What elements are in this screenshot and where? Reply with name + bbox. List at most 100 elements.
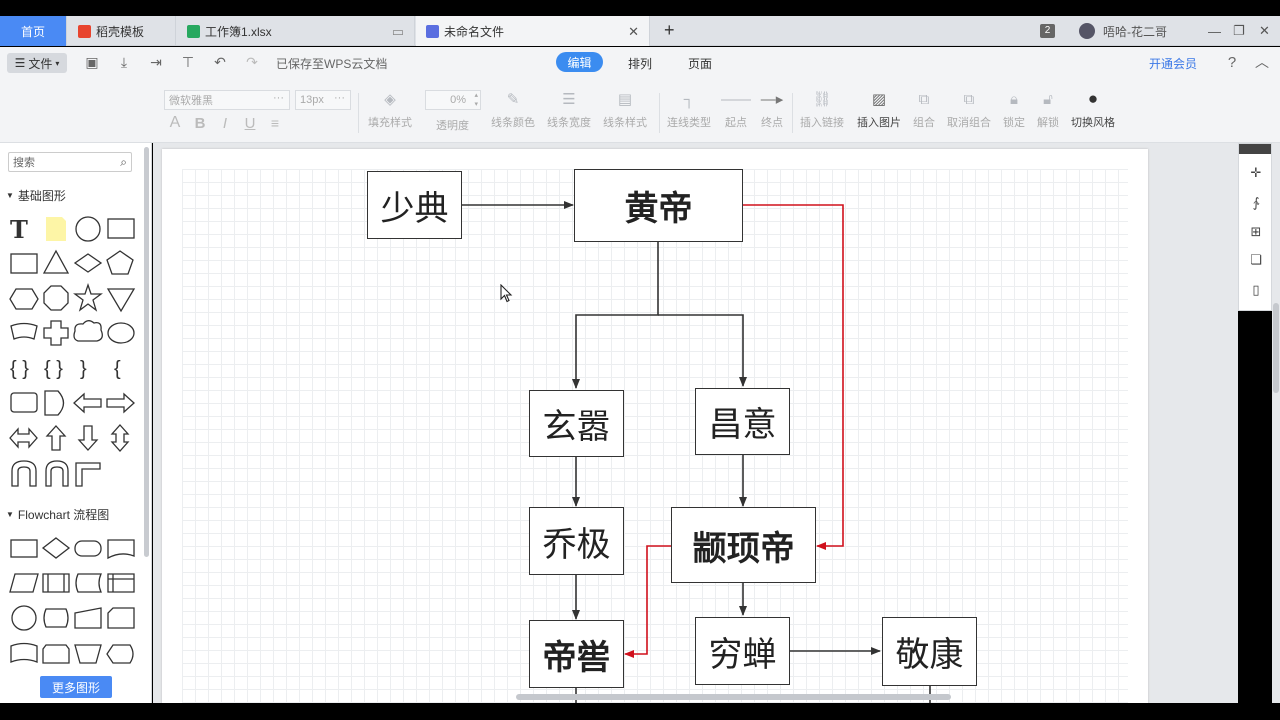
display-shape bbox=[106, 644, 134, 664]
node-qiongchan[interactable]: 穷蝉 bbox=[695, 617, 790, 685]
node-huangdi[interactable]: 黄帝 bbox=[574, 169, 743, 242]
node-zhuanxu[interactable]: 颛顼帝 bbox=[671, 507, 816, 583]
formula-icon[interactable]: ∱ bbox=[1247, 194, 1265, 212]
node-diku[interactable]: 帝喾 bbox=[529, 620, 624, 688]
collapse-icon[interactable]: ︿ bbox=[1254, 54, 1270, 70]
end-point-tool[interactable]: —▸ 终点 bbox=[759, 89, 785, 130]
tab-active-file[interactable]: 未命名文件 ✕ bbox=[416, 16, 650, 46]
rectangle-shape bbox=[107, 218, 135, 239]
shape-search-input[interactable]: 搜索 ⌕ bbox=[8, 152, 132, 172]
vertical-scroll-thumb[interactable] bbox=[1273, 303, 1279, 393]
more-icon: ··· bbox=[334, 92, 345, 104]
bold-button[interactable]: B bbox=[192, 115, 208, 132]
font-color-button[interactable]: A bbox=[167, 114, 183, 131]
line-width-tool[interactable]: ☰ 线条宽度 bbox=[547, 89, 591, 130]
redo-icon[interactable]: ↷ bbox=[244, 54, 260, 70]
edge-huangdi-changyi bbox=[658, 314, 747, 387]
opacity-input[interactable]: 0% ▴ ▾ bbox=[425, 90, 481, 110]
switch-style-tool[interactable]: ● 切换风格 bbox=[1071, 89, 1115, 130]
minimize-icon[interactable]: — bbox=[1208, 16, 1221, 46]
insert-image-tool[interactable]: ▨ 插入图片 bbox=[857, 89, 901, 130]
help-icon[interactable]: ? bbox=[1224, 54, 1240, 71]
right-toolbar-header bbox=[1239, 144, 1271, 154]
save-icon[interactable]: ▣ bbox=[84, 54, 100, 70]
node-changyi[interactable]: 昌意 bbox=[695, 388, 790, 455]
ungroup-icon: ⧉ bbox=[963, 90, 975, 108]
tab-templates[interactable]: 稻壳模板 bbox=[68, 16, 176, 46]
file-menu-button[interactable]: ☰ 文件 ▾ bbox=[7, 53, 67, 73]
format-painter-icon[interactable]: ⊤ bbox=[180, 54, 196, 70]
decision-shape bbox=[41, 537, 71, 559]
menu-icon: ☰ bbox=[14, 56, 26, 70]
align-icon[interactable]: ≡ bbox=[267, 115, 283, 131]
page-icon[interactable]: ▯ bbox=[1247, 281, 1265, 299]
screen-icon[interactable]: ▭ bbox=[392, 24, 404, 40]
undo-icon[interactable]: ↶ bbox=[212, 54, 228, 70]
vertical-scrollbar[interactable] bbox=[1272, 143, 1280, 703]
lock-label: 锁定 bbox=[1003, 117, 1025, 129]
upgrade-link[interactable]: 开通会员 bbox=[1149, 55, 1197, 72]
line-width-label: 线条宽度 bbox=[547, 117, 591, 129]
chevron-down-icon: ▾ bbox=[55, 58, 60, 68]
canvas-area: 少典 黄帝 玄嚣 昌意 乔极 颛顼帝 帝喾 穷蝉 敬康 bbox=[153, 143, 1238, 709]
new-tab-icon[interactable]: + bbox=[664, 20, 675, 41]
section-basic-shapes[interactable]: ▼ 基础图形 bbox=[6, 187, 66, 204]
updown-arrow-shape bbox=[110, 424, 130, 452]
avatar bbox=[1079, 23, 1095, 39]
mode-edit[interactable]: 编辑 bbox=[556, 52, 603, 72]
corner-shape bbox=[75, 462, 101, 487]
mode-arrange[interactable]: 排列 bbox=[628, 55, 652, 72]
circle-shape bbox=[75, 216, 101, 242]
more-shapes-button[interactable]: 更多图形 bbox=[40, 676, 112, 698]
pentagon-shape bbox=[106, 250, 134, 275]
unlock-icon: 🔓︎ bbox=[1043, 90, 1053, 108]
section-flowchart[interactable]: ▼ Flowchart 流程图 bbox=[6, 506, 109, 523]
edge-huangdi-xuanxiao bbox=[572, 241, 659, 389]
pages-icon[interactable]: ❏ bbox=[1247, 251, 1265, 269]
close-tab-icon[interactable]: ✕ bbox=[628, 24, 639, 40]
font-size-select[interactable]: 13px ··· bbox=[295, 90, 351, 110]
restore-icon[interactable]: ❐ bbox=[1233, 16, 1245, 46]
ungroup-tool[interactable]: ⧉ 取消组合 bbox=[947, 89, 991, 130]
user-account[interactable]: 唔哈-花二哥 bbox=[1079, 16, 1167, 46]
start-point-tool[interactable]: —— 起点 bbox=[721, 89, 751, 130]
unlock-tool[interactable]: 🔓︎ 解锁 bbox=[1037, 89, 1059, 130]
loop-limit-shape bbox=[42, 644, 70, 664]
download-icon[interactable]: ⤓ bbox=[116, 54, 132, 70]
insert-link-tool[interactable]: ⛓ 插入链接 bbox=[800, 89, 844, 130]
opacity-label: 透明度 bbox=[436, 120, 469, 132]
panel-scrollbar[interactable] bbox=[144, 147, 149, 557]
tab-excel[interactable]: 工作簿1.xlsx ▭ bbox=[177, 16, 415, 46]
connector-type-tool[interactable]: ┐ 连线类型 bbox=[667, 89, 711, 130]
node-jingkang[interactable]: 敬康 bbox=[882, 617, 977, 686]
node-xuanxiao[interactable]: 玄嚣 bbox=[529, 390, 624, 457]
horizontal-scrollbar[interactable] bbox=[516, 694, 951, 700]
fill-style-tool[interactable]: ◈ 填充样式 bbox=[368, 89, 412, 130]
elbow-connector-icon: ┐ bbox=[683, 90, 695, 108]
node-qiaoji[interactable]: 乔极 bbox=[529, 507, 624, 575]
node-shaodian[interactable]: 少典 bbox=[367, 171, 462, 239]
lock-tool[interactable]: 🔒︎ 锁定 bbox=[1003, 89, 1025, 130]
end-point-label: 终点 bbox=[761, 117, 783, 129]
font-family-select[interactable]: 微软雅黑 ··· bbox=[164, 90, 290, 110]
search-icon[interactable]: ⌕ bbox=[120, 155, 127, 170]
mode-page[interactable]: 页面 bbox=[688, 55, 712, 72]
tab-excel-label: 工作簿1.xlsx bbox=[205, 24, 272, 39]
line-color-tool[interactable]: ✎ 线条颜色 bbox=[491, 89, 535, 130]
italic-button[interactable]: I bbox=[217, 115, 233, 132]
window-count[interactable]: 2 bbox=[1040, 16, 1055, 46]
inverted-triangle-shape bbox=[106, 288, 136, 313]
insert-link-label: 插入链接 bbox=[800, 117, 844, 129]
document-shape bbox=[107, 539, 135, 560]
export-icon[interactable]: ⇥ bbox=[148, 54, 164, 70]
underline-button[interactable]: U bbox=[242, 115, 258, 132]
close-window-icon[interactable]: ✕ bbox=[1259, 16, 1270, 46]
link-icon: ⛓ bbox=[812, 91, 832, 108]
navigate-icon[interactable]: ✛ bbox=[1247, 164, 1265, 182]
line-style-tool[interactable]: ▤ 线条样式 bbox=[603, 89, 647, 130]
group-tool[interactable]: ⧉ 组合 bbox=[913, 89, 935, 130]
layout-icon[interactable]: ⊞ bbox=[1247, 223, 1265, 241]
tab-home[interactable]: 首页 bbox=[0, 16, 67, 46]
opacity-tool: 透明度 bbox=[436, 117, 469, 133]
search-placeholder: 搜索 bbox=[13, 157, 35, 169]
